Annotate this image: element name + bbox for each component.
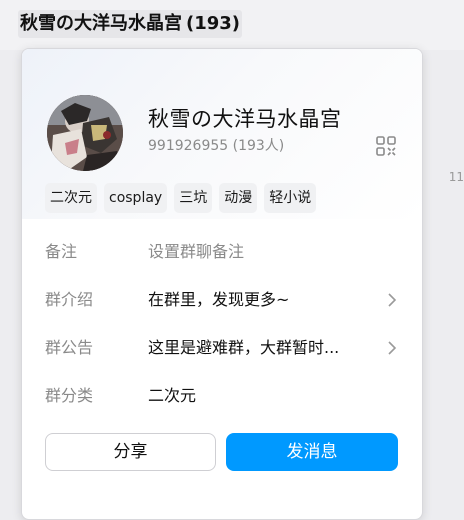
tag-item[interactable]: 轻小说 bbox=[264, 183, 317, 213]
qr-code-icon[interactable] bbox=[375, 135, 397, 157]
group-id-line: 991926955 (193人) bbox=[148, 135, 284, 155]
group-profile-card: 秋雪の大洋马水晶宫 991926955 (193人) 二次元 cosplay 三… bbox=[21, 48, 423, 520]
chat-title[interactable]: 秋雪の大洋马水晶宫 (193) bbox=[18, 10, 243, 38]
intro-value: 在群里，发现更多~ bbox=[148, 290, 290, 309]
send-message-button[interactable]: 发消息 bbox=[226, 433, 398, 471]
chat-header: 秋雪の大洋马水晶宫 (193) bbox=[0, 0, 464, 50]
group-tags: 二次元 cosplay 三坑 动漫 轻小说 bbox=[45, 183, 317, 213]
notice-value: 这里是避难群，大群暂时... bbox=[148, 338, 340, 357]
group-id: 991926955 bbox=[148, 138, 229, 154]
tag-item[interactable]: 三坑 bbox=[174, 183, 213, 213]
intro-label: 群介绍 bbox=[45, 290, 94, 309]
intro-row[interactable]: 群介绍 在群里，发现更多~ bbox=[45, 288, 397, 312]
tag-item[interactable]: cosplay bbox=[104, 183, 168, 213]
group-name: 秋雪の大洋马水晶宫 bbox=[148, 107, 342, 131]
chevron-right-icon bbox=[388, 293, 397, 307]
tag-item[interactable]: 动漫 bbox=[219, 183, 258, 213]
notice-label: 群公告 bbox=[45, 338, 94, 357]
category-value: 二次元 bbox=[148, 386, 197, 405]
category-label: 群分类 bbox=[45, 386, 94, 405]
remark-input[interactable]: 设置群聊备注 bbox=[148, 240, 244, 264]
group-avatar[interactable] bbox=[47, 95, 123, 171]
remark-row[interactable]: 备注 设置群聊备注 bbox=[45, 240, 397, 264]
chat-title-name: 秋雪の大洋马水晶宫 bbox=[20, 13, 182, 34]
background-peek-text: 11 bbox=[448, 170, 464, 184]
chevron-right-icon bbox=[388, 341, 397, 355]
share-button[interactable]: 分享 bbox=[45, 433, 216, 471]
tag-item[interactable]: 二次元 bbox=[45, 183, 97, 213]
category-row: 群分类 二次元 bbox=[45, 384, 397, 408]
group-member-summary: (193人) bbox=[232, 138, 285, 154]
remark-label: 备注 bbox=[45, 242, 78, 261]
chat-member-count: (193) bbox=[186, 13, 241, 34]
notice-row[interactable]: 群公告 这里是避难群，大群暂时... bbox=[45, 336, 397, 360]
